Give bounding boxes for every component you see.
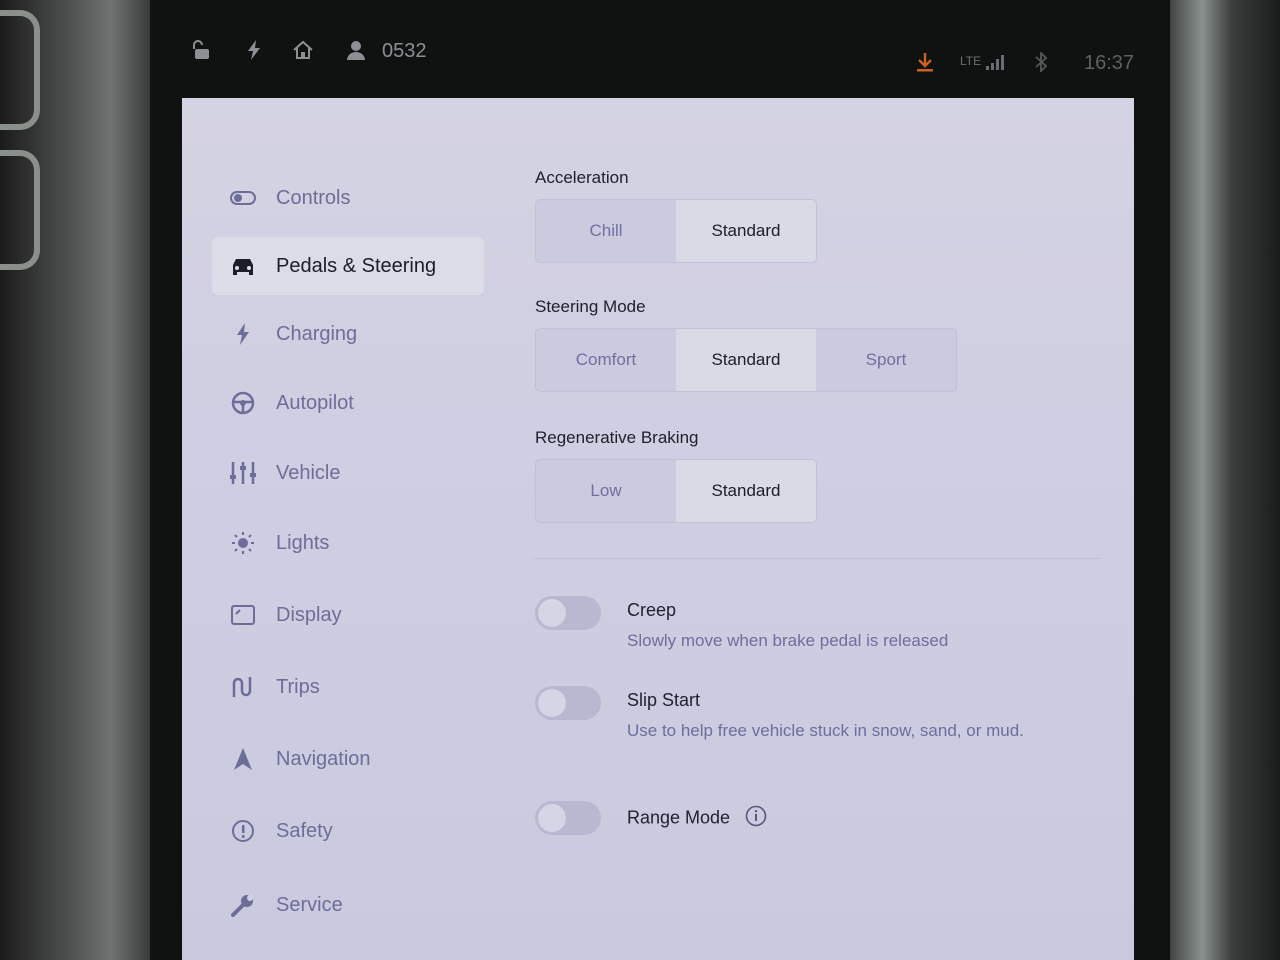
air-vent xyxy=(0,10,40,130)
sidebar-item-lights[interactable]: Lights xyxy=(212,514,484,572)
range-mode-toggle[interactable] xyxy=(535,801,601,835)
sidebar-item-label: Navigation xyxy=(276,747,371,770)
toggle-icon xyxy=(228,185,258,211)
lte-signal-label: LTE xyxy=(960,54,982,68)
car-icon xyxy=(228,253,258,279)
slip-start-description: Use to help free vehicle stuck in snow, … xyxy=(627,721,1024,740)
sidebar-item-label: Safety xyxy=(276,819,333,842)
toggle-knob xyxy=(538,689,566,717)
acceleration-segmented-control: Chill Standard xyxy=(535,199,817,263)
sidebar-item-charging[interactable]: Charging xyxy=(212,305,484,363)
dashboard-right-bezel xyxy=(1160,0,1280,960)
sidebar-item-pedals-steering[interactable]: Pedals & Steering xyxy=(212,237,484,295)
acceleration-chill-button[interactable]: Chill xyxy=(536,200,676,262)
sidebar-item-trips[interactable]: Trips xyxy=(212,658,484,716)
sidebar-item-controls[interactable]: Controls xyxy=(212,169,484,227)
navigation-arrow-icon xyxy=(228,746,258,772)
bolt-icon xyxy=(228,321,258,347)
toggle-knob xyxy=(538,804,566,832)
settings-content: Acceleration Chill Standard Steering Mod… xyxy=(532,98,1112,960)
bolt-icon xyxy=(246,40,262,60)
download-icon[interactable] xyxy=(916,52,934,72)
slip-start-title: Slip Start xyxy=(627,690,701,710)
range-mode-title: Range Mode xyxy=(627,807,731,828)
sidebar-item-label: Autopilot xyxy=(276,391,354,414)
home-icon[interactable] xyxy=(292,40,314,60)
sidebar-item-label: Controls xyxy=(276,186,351,209)
settings-sidebar: Controls Pedals & Steering Charging Auto… xyxy=(182,98,512,960)
range-mode-title-wrap: Range Mode xyxy=(627,805,767,832)
steering-mode-segmented-control: Comfort Standard Sport xyxy=(535,328,957,392)
sidebar-item-safety[interactable]: Safety xyxy=(212,802,484,860)
steering-mode-title: Steering Mode xyxy=(535,297,646,316)
steering-wheel-icon xyxy=(228,390,258,416)
sidebar-item-label: Lights xyxy=(276,531,330,554)
profile-code[interactable]: 0532 xyxy=(382,40,427,63)
toggle-knob xyxy=(538,599,566,627)
alert-circle-icon xyxy=(228,818,258,844)
air-vent xyxy=(0,150,40,270)
sidebar-item-label: Charging xyxy=(276,322,358,345)
sidebar-item-vehicle[interactable]: Vehicle xyxy=(212,444,484,502)
regen-low-button[interactable]: Low xyxy=(536,460,676,522)
sidebar-item-display[interactable]: Display xyxy=(212,586,484,644)
display-icon xyxy=(228,602,258,628)
regen-standard-button[interactable]: Standard xyxy=(676,460,816,522)
sun-icon xyxy=(228,530,258,556)
steering-comfort-button[interactable]: Comfort xyxy=(536,329,676,391)
regen-braking-segmented-control: Low Standard xyxy=(535,459,817,523)
bluetooth-icon[interactable] xyxy=(1034,52,1048,72)
sidebar-item-label: Display xyxy=(276,603,342,626)
creep-toggle[interactable] xyxy=(535,596,601,630)
acceleration-title: Acceleration xyxy=(535,168,629,187)
trips-icon xyxy=(228,674,258,700)
status-bar: 0532 LTE 16:37 xyxy=(150,20,1170,90)
creep-description: Slowly move when brake pedal is released xyxy=(627,631,949,650)
slip-start-toggle[interactable] xyxy=(535,686,601,720)
regen-braking-title: Regenerative Braking xyxy=(535,428,699,447)
user-icon[interactable] xyxy=(346,40,366,60)
sidebar-item-label: Vehicle xyxy=(276,461,341,484)
wrench-icon xyxy=(228,892,258,918)
sidebar-item-label: Trips xyxy=(276,675,320,698)
section-divider xyxy=(532,558,1102,559)
creep-title: Creep xyxy=(627,600,677,620)
lock-open-icon[interactable] xyxy=(192,40,212,60)
info-icon[interactable] xyxy=(745,805,767,832)
sidebar-item-service[interactable]: Service xyxy=(212,876,484,934)
steering-standard-button[interactable]: Standard xyxy=(676,329,816,391)
steering-sport-button[interactable]: Sport xyxy=(816,329,956,391)
touchscreen: 0532 LTE 16:37 Controls Pedals & Steerin… xyxy=(150,0,1170,960)
acceleration-standard-button[interactable]: Standard xyxy=(676,200,816,262)
sidebar-item-label: Pedals & Steering xyxy=(276,254,437,277)
dashboard-left-bezel xyxy=(0,0,160,960)
clock: 16:37 xyxy=(1084,52,1135,74)
sidebar-item-autopilot[interactable]: Autopilot xyxy=(212,374,484,432)
sidebar-item-label: Service xyxy=(276,893,343,916)
sidebar-item-navigation[interactable]: Navigation xyxy=(212,730,484,788)
sliders-icon xyxy=(228,460,258,486)
signal-bars-icon xyxy=(986,54,1004,70)
settings-panel: Controls Pedals & Steering Charging Auto… xyxy=(182,98,1134,960)
